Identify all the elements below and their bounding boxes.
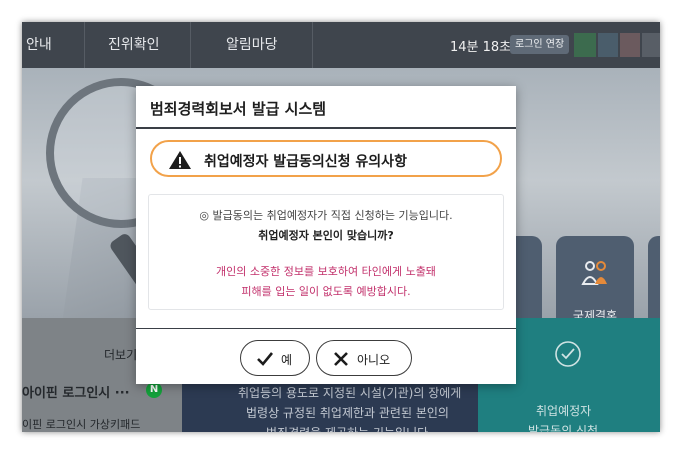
description-line: 법령상 규정된 취업제한과 관련된 본인의 [246,406,449,420]
check-icon [257,352,274,366]
no-label: 아니오 [357,353,391,367]
new-badge: N [146,382,162,398]
session-timer: 14분 18초 [450,40,512,55]
nav-item-notice-board[interactable]: 알림마당 [226,22,278,68]
header-icon-red[interactable] [620,33,640,57]
yes-button[interactable]: 예 [240,340,310,376]
screenshot-frame: 안내 진위확인 알림마당 14분 18초 로그인 연장 자 국제결혼 [22,22,660,432]
notice-content: ◎ 발급동의는 취업예정자가 직접 신청하는 기능입니다. 취업예정자 본인이 … [148,194,504,310]
dialog-title: 범죄경력회보서 발급 시스템 [150,100,327,118]
nav-divider [84,22,85,68]
privacy-warning-line: 개인의 소중한 정보를 보호하여 타인에게 노출돼 [216,265,436,278]
title-divider [136,127,516,129]
check-circle-icon [555,341,581,367]
notice-banner: 취업예정자 발급동의신청 유의사항 [150,140,502,177]
nav-divider [190,22,191,68]
more-link[interactable]: 더보기 [104,346,137,363]
header-icon-green[interactable] [574,33,596,57]
top-nav: 안내 진위확인 알림마당 14분 18초 로그인 연장 [22,22,660,68]
ipin-keypad-text: 이핀 로그인시 가상키패드 [22,418,141,431]
consent-info-text: ◎ 발급동의는 취업예정자가 직접 신청하는 기능입니다. [199,209,453,222]
header-icon-blue[interactable] [598,33,618,57]
description-line: 범죄경력을 제공하는 기능입니다 [266,424,428,432]
warning-icon [169,151,191,169]
consent-title: 취업예정자 [536,404,592,418]
login-extend-button[interactable]: 로그인 연장 [510,35,570,54]
ipin-login-link[interactable]: 아이핀 로그인시 ··· [22,382,130,401]
nav-item-verify[interactable]: 진위확인 [108,22,160,68]
description-line: 취업등의 용도로 지정된 시설(기관)의 장에게 [238,386,462,400]
header-icon-gray[interactable] [642,33,660,57]
no-button[interactable]: 아니오 [316,340,412,376]
couple-icon [581,261,607,285]
close-icon [334,352,348,366]
identity-question: 취업예정자 본인이 맞습니까? [258,229,394,242]
yes-label: 예 [281,353,293,367]
nav-item-guide[interactable]: 안내 [26,22,52,68]
button-divider [136,328,516,329]
notice-title: 취업예정자 발급동의신청 유의사항 [204,154,407,170]
consent-subtitle: 발급동의 신청 [528,424,599,432]
privacy-warning-line: 피해를 입는 일이 없도록 예방합시다. [241,285,411,298]
nav-divider [312,22,313,68]
confirm-dialog: 범죄경력회보서 발급 시스템 취업예정자 발급동의신청 유의사항 ◎ 발급동의는… [136,86,516,384]
